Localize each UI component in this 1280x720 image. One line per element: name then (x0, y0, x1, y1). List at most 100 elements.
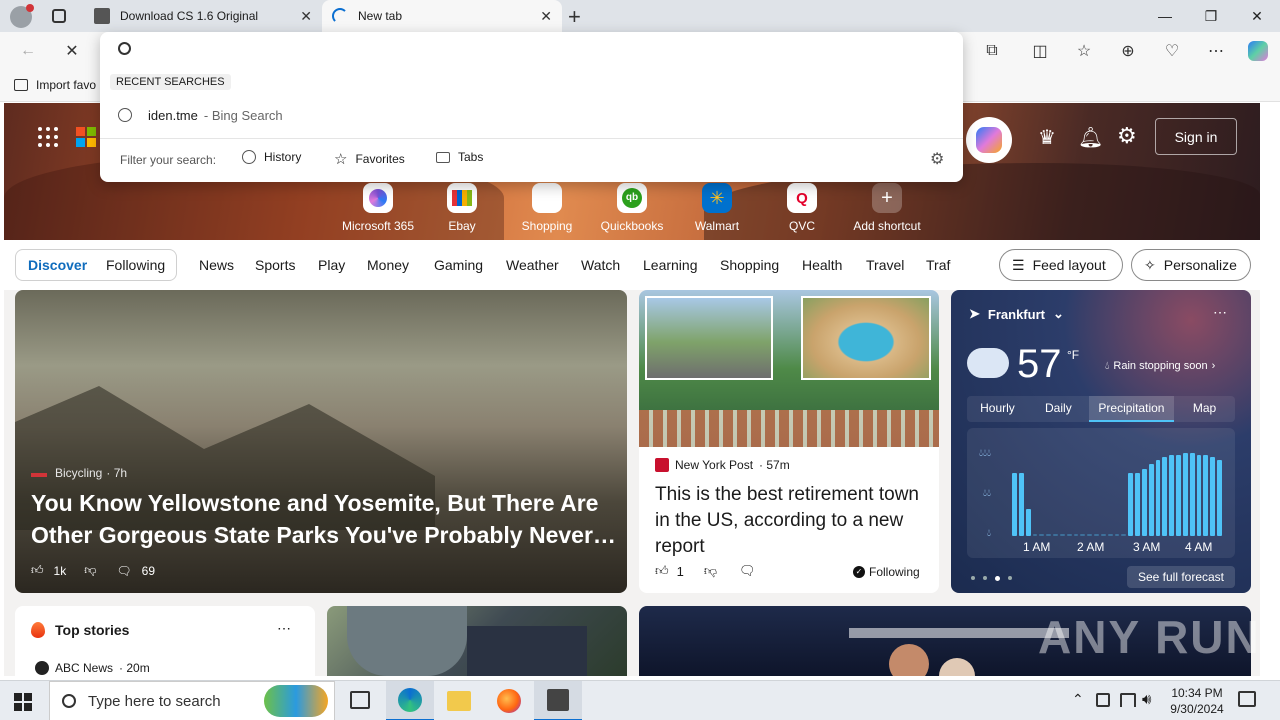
nav-play[interactable]: Play (318, 257, 345, 273)
volume-icon[interactable]: 🔊︎ (1142, 691, 1151, 708)
copilot-hero-icon[interactable] (966, 117, 1012, 163)
tab-download-cs[interactable]: Download CS 1.6 Original ✕ (84, 0, 322, 32)
firefox-icon[interactable] (497, 689, 521, 713)
news-headline[interactable]: This is the best retirement town in the … (655, 482, 927, 560)
personalize-button[interactable]: ✧ Personalize (1131, 249, 1251, 281)
clock-date: 9/30/2024 (1170, 702, 1224, 716)
filter-tabs[interactable]: Tabs (436, 150, 483, 164)
import-favorites-link[interactable]: Import favo (14, 78, 96, 92)
clock[interactable]: 10:34 PM 9/30/2024 (1168, 685, 1226, 717)
filter-favorites[interactable]: ☆ Favorites (334, 150, 405, 168)
weather-tab-map[interactable]: Map (1174, 396, 1235, 422)
settings-gear-icon[interactable]: ⚙ (930, 149, 944, 169)
story-image-card[interactable] (327, 606, 627, 676)
taskbar-search-box[interactable]: Type here to search (49, 681, 335, 720)
tray-chevron-up-icon[interactable]: ⌃ (1072, 691, 1084, 708)
weather-city[interactable]: Frankfurt (988, 307, 1045, 322)
tab-discover[interactable]: Discover (28, 257, 87, 273)
news-card[interactable]: New York Post · 57m This is the best ret… (639, 290, 939, 593)
tab-following[interactable]: Following (106, 257, 165, 273)
notifications-bell-icon[interactable]: 🔔︎ (1078, 125, 1103, 150)
weather-tabs: Hourly Daily Precipitation Map (967, 396, 1235, 422)
dislike-icon[interactable]: 👎︎ (704, 563, 717, 579)
person-shape (889, 644, 929, 676)
wifi-icon[interactable] (1120, 693, 1136, 707)
new-tab-button[interactable]: + (568, 4, 581, 30)
shortcut-microsoft365[interactable]: Microsoft 365 (336, 183, 420, 233)
task-view-icon[interactable] (350, 691, 370, 709)
image-person-shape (347, 606, 467, 676)
split-screen-icon[interactable]: ◫ (1026, 38, 1054, 64)
nav-news[interactable]: News (199, 257, 234, 273)
address-input[interactable] (144, 38, 924, 62)
nav-gaming[interactable]: Gaming (434, 257, 483, 273)
nav-travel[interactable]: Travel (866, 257, 904, 273)
shortcut-quickbooks[interactable]: qb Quickbooks (590, 183, 674, 233)
settings-gear-icon[interactable]: ⚙ (1117, 123, 1137, 149)
close-tab-icon[interactable]: ✕ (300, 8, 312, 25)
main-story-card[interactable]: Bicycling · 7h You Know Yellowstone and … (15, 290, 627, 593)
weather-tab-daily[interactable]: Daily (1028, 396, 1089, 422)
more-options-icon[interactable]: ⋯ (1213, 304, 1227, 321)
app-launcher-icon[interactable] (38, 127, 58, 147)
notification-center-icon[interactable] (1238, 691, 1256, 707)
nav-traffic[interactable]: Traf (926, 257, 950, 273)
nav-watch[interactable]: Watch (581, 257, 620, 273)
weather-tab-precipitation[interactable]: Precipitation (1088, 396, 1175, 422)
fire-icon (31, 622, 45, 638)
chevron-down-icon[interactable]: ⌄ (1053, 306, 1064, 322)
add-shortcut-button[interactable]: + Add shortcut (845, 183, 929, 233)
nav-health[interactable]: Health (802, 257, 842, 273)
see-full-forecast-button[interactable]: See full forecast (1127, 566, 1235, 588)
precip-bar (1025, 509, 1031, 536)
extensions-icon[interactable]: ⧉ (978, 38, 1006, 64)
edge-taskbar-icon[interactable] (386, 681, 434, 720)
file-explorer-icon[interactable] (447, 691, 471, 711)
following-badge[interactable]: ✓ Following (853, 565, 920, 579)
weather-status-text: Rain stopping soon (1113, 360, 1208, 372)
copilot-icon[interactable] (1244, 38, 1272, 64)
more-options-icon[interactable]: ⋯ (277, 620, 291, 637)
browser-essentials-icon[interactable]: ♡ (1158, 38, 1186, 64)
rewards-trophy-icon[interactable]: ♛ (1038, 125, 1056, 150)
profile-icon[interactable] (10, 4, 34, 28)
tab-new-tab[interactable]: New tab ✕ (322, 0, 562, 32)
start-button[interactable] (14, 693, 32, 711)
close-window-button[interactable]: ✕ (1234, 0, 1280, 32)
like-icon[interactable]: 👍︎ (31, 563, 44, 578)
close-tab-icon[interactable]: ✕ (540, 8, 552, 25)
nav-learning[interactable]: Learning (643, 257, 698, 273)
nav-weather[interactable]: Weather (506, 257, 559, 273)
sign-in-button[interactable]: Sign in (1155, 118, 1237, 155)
comment-icon[interactable]: 🗨︎ (116, 564, 131, 578)
shortcut-walmart[interactable]: ✳ Walmart (675, 183, 759, 233)
like-icon[interactable]: 👍︎ (655, 563, 669, 579)
story-headline[interactable]: You Know Yellowstone and Yosemite, But T… (31, 487, 616, 551)
shortcut-shopping[interactable]: 🏷︎ Shopping (505, 183, 589, 233)
weather-tab-hourly[interactable]: Hourly (967, 396, 1028, 422)
nav-sports[interactable]: Sports (255, 257, 295, 273)
shortcut-label: Add shortcut (853, 219, 921, 233)
cs-taskbar-icon[interactable] (534, 681, 582, 720)
carousel-dots[interactable] (971, 576, 1012, 581)
feed-layout-button[interactable]: ☰ Feed layout (999, 249, 1123, 281)
dislike-icon[interactable]: 👎︎ (84, 563, 96, 578)
recent-search-item[interactable]: iden.tme - Bing Search (100, 102, 963, 128)
shortcut-qvc[interactable]: Q QVC (760, 183, 844, 233)
filter-history[interactable]: History (242, 150, 301, 164)
nav-money[interactable]: Money (367, 257, 409, 273)
minimize-button[interactable]: — (1142, 0, 1188, 32)
tab-actions-icon[interactable] (52, 9, 66, 23)
nav-shopping[interactable]: Shopping (720, 257, 779, 273)
weather-card[interactable]: ➤ Frankfurt ⌄ ⋯ 57 °F 💧︎ Rain stopping s… (951, 290, 1251, 593)
stop-loading-icon[interactable]: ✕ (58, 38, 86, 64)
shortcut-ebay[interactable]: Ebay (420, 183, 504, 233)
restore-button[interactable]: ❐ (1188, 0, 1234, 32)
back-arrow-icon[interactable]: ← (14, 38, 42, 64)
collections-icon[interactable]: ⊕ (1114, 38, 1142, 64)
comment-icon[interactable]: 🗨︎ (739, 563, 756, 579)
favorites-star-icon[interactable]: ☆ (1070, 38, 1098, 64)
network-icon[interactable] (1096, 693, 1110, 707)
more-menu-icon[interactable]: ⋯ (1202, 38, 1230, 64)
weather-status[interactable]: 💧︎ Rain stopping soon › (1105, 360, 1215, 373)
